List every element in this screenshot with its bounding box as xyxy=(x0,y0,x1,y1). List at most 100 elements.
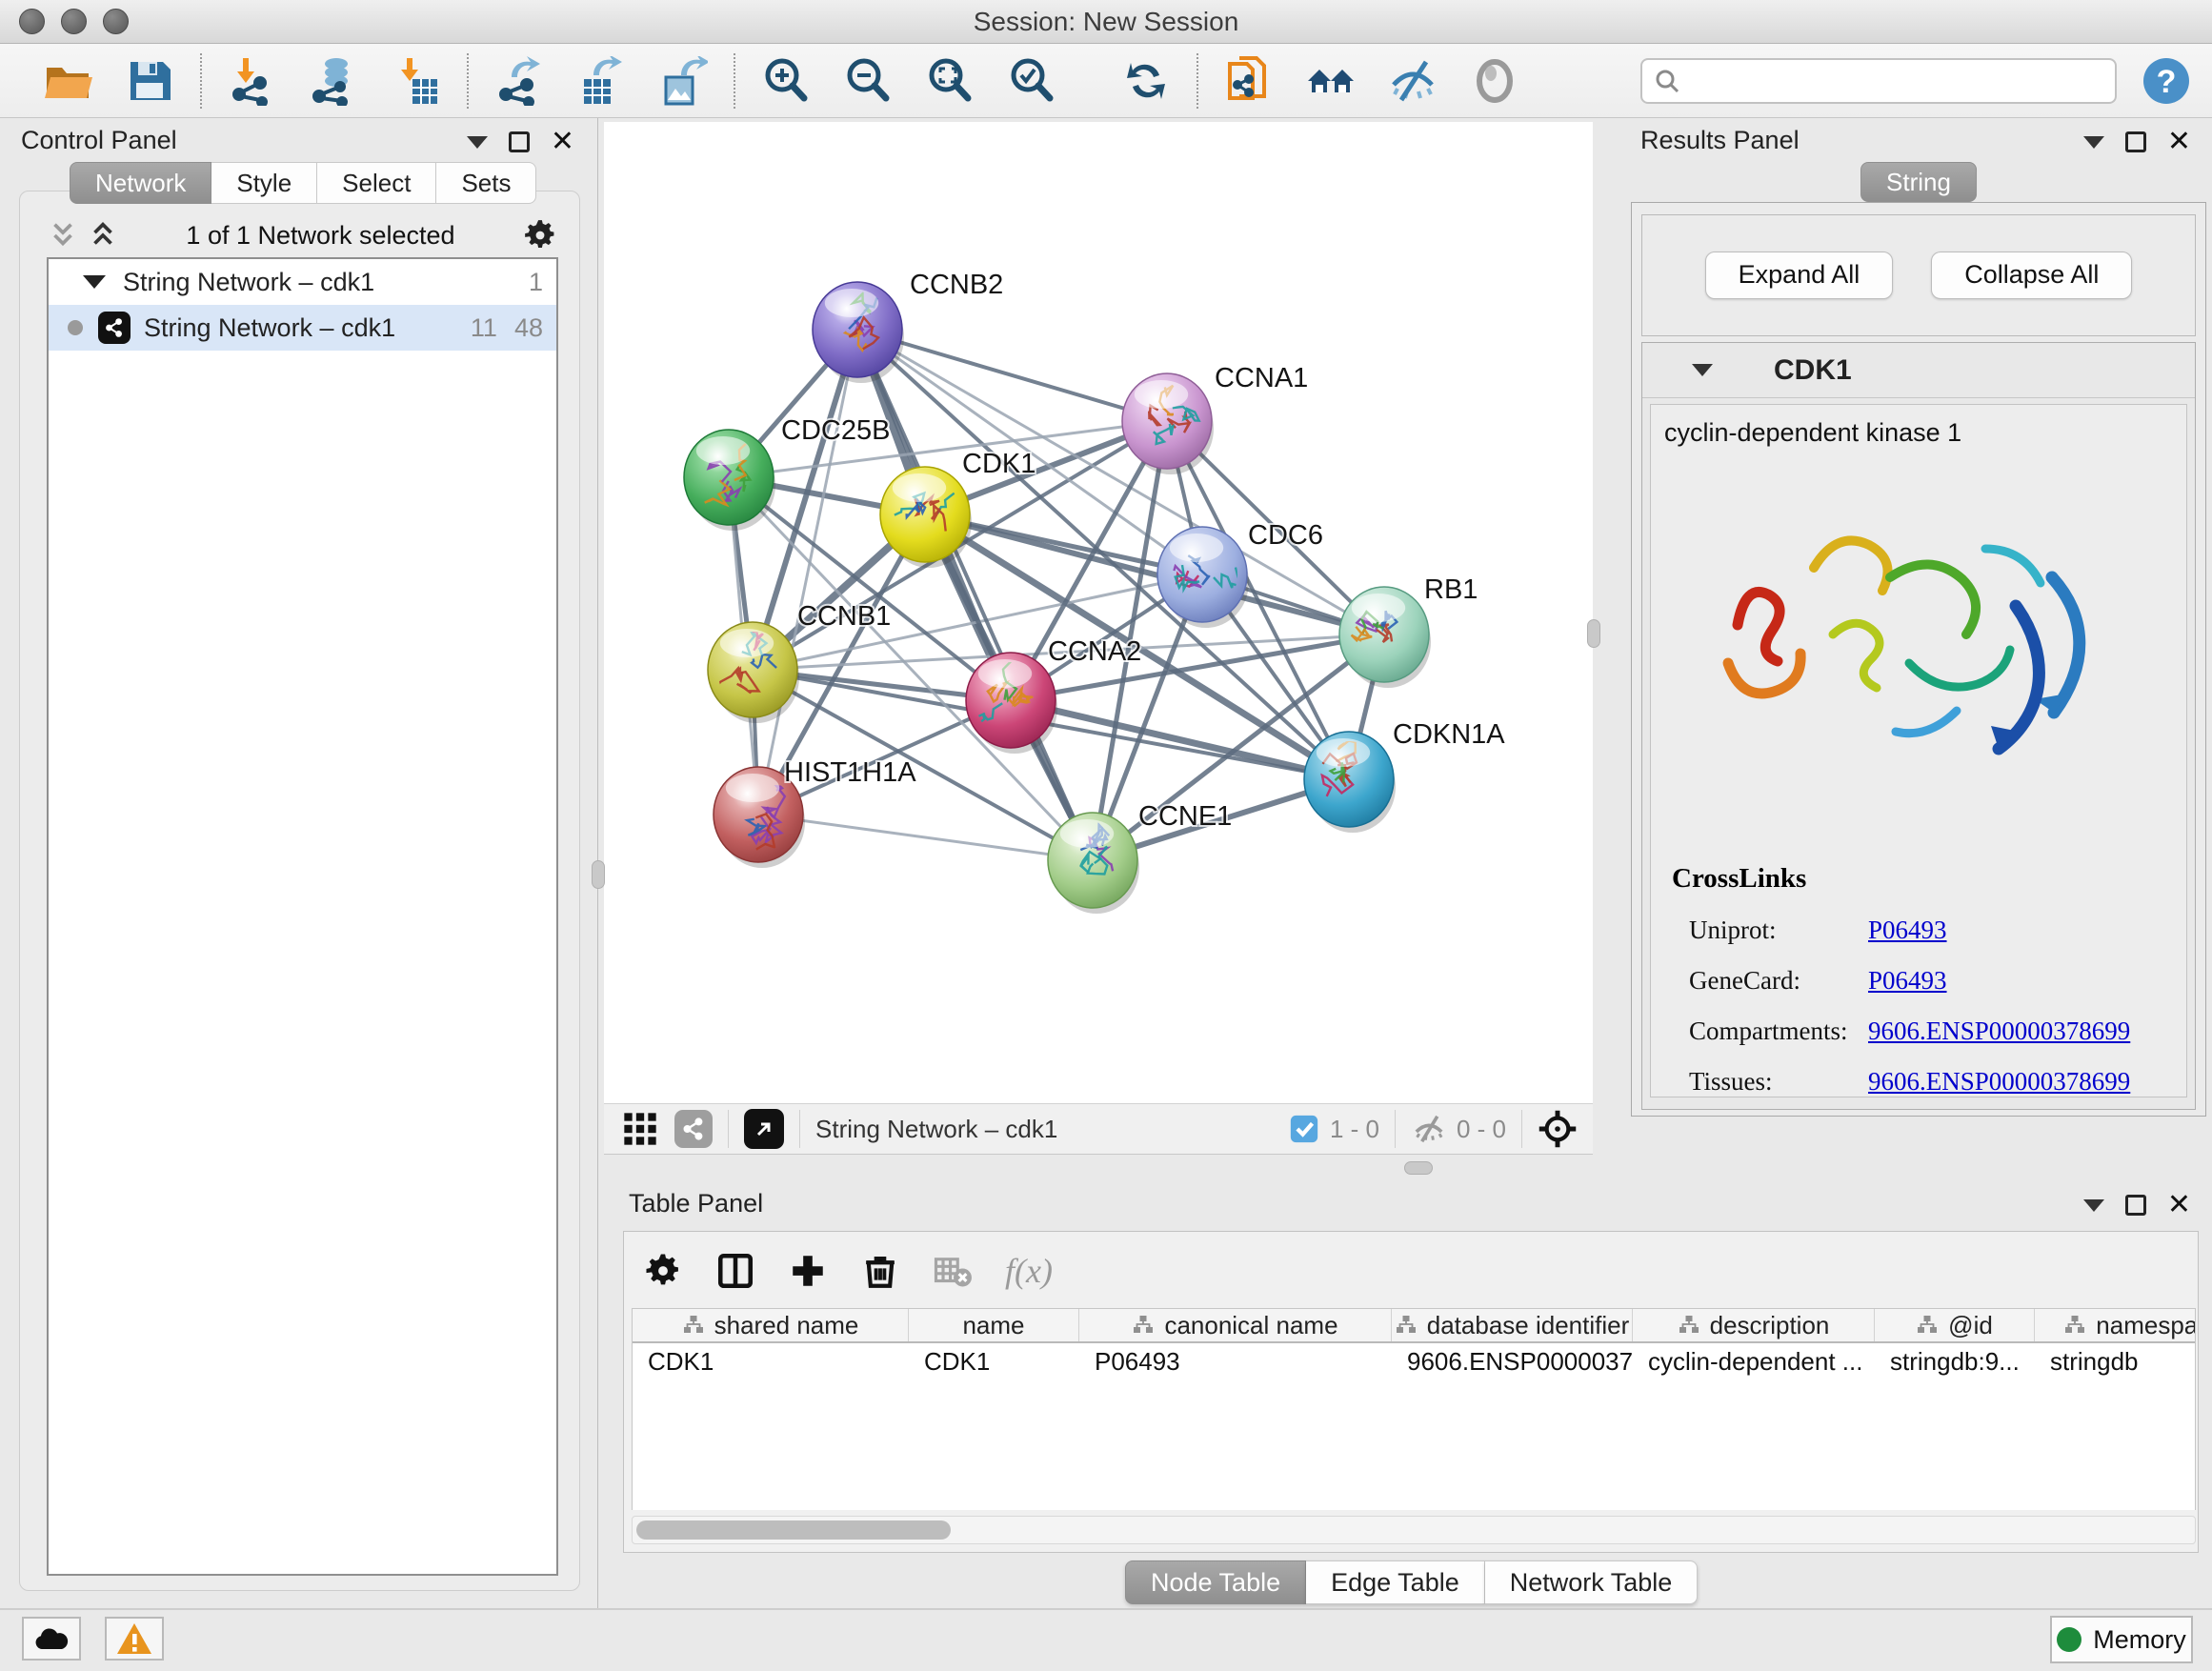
gene-section-header[interactable]: CDK1 xyxy=(1642,343,2195,398)
save-session-icon[interactable] xyxy=(124,55,175,107)
column-header-database-identifier[interactable]: database identifier xyxy=(1392,1309,1633,1341)
refresh-icon[interactable] xyxy=(1120,55,1172,107)
gray-eye-icon[interactable] xyxy=(1469,55,1520,107)
hide-unhide-icon[interactable] xyxy=(1387,55,1438,107)
graph-node-CCNA1[interactable]: CCNA1 xyxy=(1122,363,1308,474)
export-image-icon[interactable] xyxy=(657,55,709,107)
zoom-out-icon[interactable] xyxy=(842,55,894,107)
search-input[interactable] xyxy=(1640,58,2117,104)
table-settings-gear-icon[interactable] xyxy=(643,1251,683,1291)
column-sort-icon[interactable] xyxy=(1395,1314,1418,1337)
control-panel-float-icon[interactable] xyxy=(509,131,530,152)
column-sort-icon[interactable] xyxy=(1678,1314,1700,1337)
string-homes-icon[interactable] xyxy=(1305,55,1357,107)
network-collection-row[interactable]: String Network – cdk1 1 xyxy=(49,259,556,305)
results-panel-float-icon[interactable] xyxy=(2125,131,2146,152)
graph-node-CDKN1A[interactable]: CDKN1A xyxy=(1304,719,1505,833)
control-panel-close-icon[interactable]: ✕ xyxy=(551,131,574,152)
table-row[interactable]: CDK1CDK1P064939606.ENSP00000378699cyclin… xyxy=(633,1343,2195,1379)
table-panel-close-icon[interactable]: ✕ xyxy=(2167,1195,2191,1216)
network-graph[interactable]: CCNB2CCNA1CDC25BCDK1CDC6RB1CCNB1CCNA2CDK… xyxy=(604,122,1593,1103)
open-session-icon[interactable] xyxy=(42,55,93,107)
import-network-database-icon[interactable] xyxy=(309,55,360,107)
crosslink-link[interactable]: 9606.ENSP00000378699 xyxy=(1868,1017,2130,1046)
graph-edge-CCNB2-CCNA1[interactable] xyxy=(857,330,1167,421)
table-panel-float-icon[interactable] xyxy=(2125,1195,2146,1216)
graph-node-CDC25B[interactable]: CDC25B xyxy=(684,415,890,531)
network-row[interactable]: String Network – cdk1 11 48 xyxy=(49,305,556,351)
import-network-icon[interactable] xyxy=(227,55,278,107)
zoom-in-icon[interactable] xyxy=(760,55,812,107)
column-sort-icon[interactable] xyxy=(682,1314,705,1337)
table-cell[interactable]: P06493 xyxy=(1079,1343,1392,1379)
table-horizontal-scrollbar[interactable] xyxy=(632,1516,2196,1544)
column-header-canonical-name[interactable]: canonical name xyxy=(1079,1309,1392,1341)
table-panel-menu-icon[interactable] xyxy=(2083,1199,2104,1212)
tab-select[interactable]: Select xyxy=(317,162,436,204)
tab-string[interactable]: String xyxy=(1860,162,1977,202)
birdseye-grid-icon[interactable] xyxy=(621,1110,659,1148)
column-header--id[interactable]: @id xyxy=(1875,1309,2035,1341)
column-sort-icon[interactable] xyxy=(2063,1314,2086,1337)
tab-sets[interactable]: Sets xyxy=(436,162,536,204)
tree-expand-icon[interactable] xyxy=(83,275,106,289)
collapse-all-chevron-icon[interactable] xyxy=(47,219,79,252)
open-in-new-window-icon[interactable] xyxy=(744,1109,784,1149)
export-table-icon[interactable] xyxy=(575,55,627,107)
tab-node-table[interactable]: Node Table xyxy=(1125,1560,1306,1604)
gene-collapse-icon[interactable] xyxy=(1692,364,1713,376)
share-document-icon[interactable] xyxy=(1223,55,1275,107)
graph-edge-CCNB2-HIST1H1A[interactable] xyxy=(758,330,857,815)
results-panel-close-icon[interactable]: ✕ xyxy=(2167,131,2191,152)
help-icon[interactable]: ? xyxy=(2142,56,2191,106)
table-cell[interactable]: 9606.ENSP00000378699 xyxy=(1392,1343,1633,1379)
network-options-gear-icon[interactable] xyxy=(522,217,558,253)
zoom-selected-icon[interactable] xyxy=(1006,55,1057,107)
right-splitter-handle[interactable] xyxy=(1587,619,1600,648)
crosslink-link[interactable]: P06493 xyxy=(1868,966,1947,996)
crosslink-link[interactable]: 9606.ENSP00000378699 xyxy=(1868,1067,2130,1097)
network-share-icon[interactable] xyxy=(674,1110,713,1148)
column-sort-icon[interactable] xyxy=(1916,1314,1939,1337)
column-header-description[interactable]: description xyxy=(1633,1309,1875,1341)
column-header-name[interactable]: name xyxy=(909,1309,1079,1341)
table-cell[interactable]: cyclin-dependent ... xyxy=(1633,1343,1875,1379)
graph-node-HIST1H1A[interactable]: HIST1H1A xyxy=(714,757,916,868)
graph-node-RB1[interactable]: RB1 xyxy=(1339,574,1478,688)
network-view-canvas[interactable]: CCNB2CCNA1CDC25BCDK1CDC6RB1CCNB1CCNA2CDK… xyxy=(604,122,1593,1103)
bottom-splitter-handle[interactable] xyxy=(1404,1161,1433,1175)
scrollbar-thumb[interactable] xyxy=(636,1520,951,1540)
warnings-button[interactable] xyxy=(105,1617,164,1661)
tab-network[interactable]: Network xyxy=(70,162,211,204)
results-panel-menu-icon[interactable] xyxy=(2083,136,2104,149)
graph-edge-CCNA2-CDKN1A[interactable] xyxy=(1011,700,1349,779)
collapse-all-button[interactable]: Collapse All xyxy=(1931,252,2132,299)
table-cell[interactable]: stringdb xyxy=(2035,1343,2196,1379)
show-columns-icon[interactable] xyxy=(715,1251,755,1291)
column-header-namespace[interactable]: namespace xyxy=(2035,1309,2196,1341)
graph-edge-CCNE1-HIST1H1A[interactable] xyxy=(758,815,1093,860)
cloud-button[interactable] xyxy=(22,1617,81,1661)
table-cell[interactable]: CDK1 xyxy=(633,1343,909,1379)
table-cell[interactable]: CDK1 xyxy=(909,1343,1079,1379)
delete-column-icon[interactable] xyxy=(860,1251,900,1291)
column-header-shared-name[interactable]: shared name xyxy=(633,1309,909,1341)
zoom-fit-icon[interactable] xyxy=(924,55,975,107)
selected-checkbox-icon[interactable] xyxy=(1288,1113,1320,1145)
crosslink-link[interactable]: P06493 xyxy=(1868,916,1947,945)
add-column-icon[interactable] xyxy=(788,1251,828,1291)
expand-all-chevron-icon[interactable] xyxy=(87,219,119,252)
graph-node-CCNE1[interactable]: CCNE1 xyxy=(1048,801,1232,914)
export-network-icon[interactable] xyxy=(493,55,545,107)
table-cell[interactable]: stringdb:9... xyxy=(1875,1343,2035,1379)
left-splitter-handle[interactable] xyxy=(592,860,605,889)
expand-all-button[interactable]: Expand All xyxy=(1705,252,1894,299)
memory-button[interactable]: Memory xyxy=(2050,1616,2193,1663)
tab-style[interactable]: Style xyxy=(211,162,317,204)
tab-network-table[interactable]: Network Table xyxy=(1485,1560,1699,1604)
fit-content-crosshair-icon[interactable] xyxy=(1538,1109,1578,1149)
tab-edge-table[interactable]: Edge Table xyxy=(1306,1560,1485,1604)
column-sort-icon[interactable] xyxy=(1132,1314,1155,1337)
control-panel-menu-icon[interactable] xyxy=(467,136,488,149)
import-table-icon[interactable] xyxy=(391,55,442,107)
